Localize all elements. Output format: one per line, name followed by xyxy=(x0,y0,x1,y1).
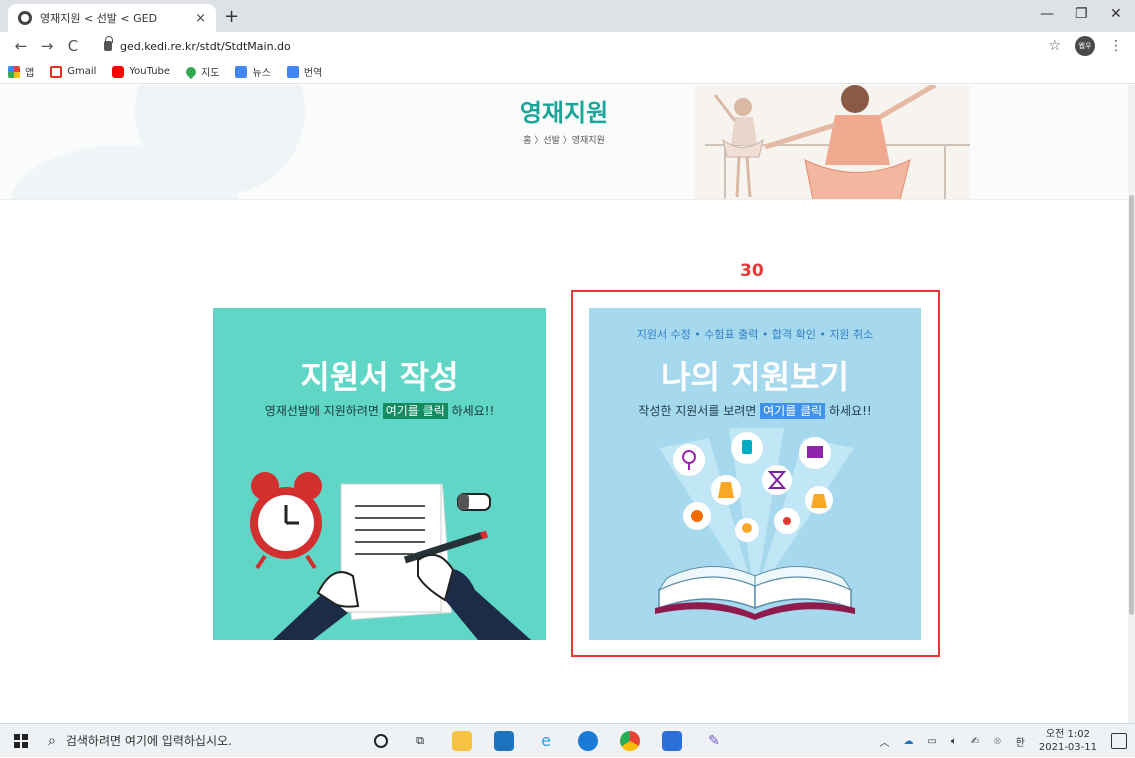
windows-taskbar: ⌕ 검색하려면 여기에 입력하십시오. ⧉ e ✎ ︿ ☁ ▭ 🔈︎ ✍ ⊗ 한… xyxy=(0,723,1135,757)
search-icon: ⌕ xyxy=(48,732,56,749)
restore-button[interactable]: ❐ xyxy=(1075,6,1088,22)
chrome-icon[interactable] xyxy=(620,730,640,751)
writing-illustration xyxy=(250,472,531,640)
translate-icon xyxy=(286,65,299,78)
bookmark-label: Gmail xyxy=(67,66,97,77)
battery-icon[interactable]: ▭ xyxy=(927,736,936,747)
virus-icon xyxy=(691,510,703,522)
bookmark-label: YouTube xyxy=(129,66,171,77)
bookmark-gmail[interactable]: Gmail xyxy=(50,65,97,78)
globe-icon xyxy=(18,11,32,25)
back-button[interactable]: ← xyxy=(8,37,34,55)
browser-menu-icon[interactable]: ⋮ xyxy=(1109,38,1123,54)
page-scrollbar[interactable] xyxy=(1128,85,1135,723)
tab-title: 영재지원 < 선발 < GED xyxy=(40,12,158,25)
bookmark-label: 지도 xyxy=(201,68,220,79)
write-application-card[interactable]: 지원서 작성 영재선발에 지원하려면 여기를 클릭 하세요!! xyxy=(213,308,546,640)
forward-button[interactable]: → xyxy=(34,37,60,55)
taskbar-clock[interactable]: 오전 1:02 2021-03-11 xyxy=(1039,728,1097,754)
maps-pin-icon xyxy=(183,64,199,79)
new-tab-button[interactable]: + xyxy=(224,6,239,27)
annotation-number: 30 xyxy=(740,261,764,281)
bookmark-label: 번역 xyxy=(303,68,323,79)
windows-start-icon[interactable] xyxy=(14,733,28,748)
news-icon xyxy=(235,65,248,78)
lock-icon[interactable] xyxy=(104,36,113,51)
youtube-icon xyxy=(112,65,125,78)
edge-icon[interactable] xyxy=(578,730,598,751)
page-content: 영재지원 홈 〉선발 〉영재지원 30 지원서 작성 영재선발에 지원하려면 여… xyxy=(0,85,1128,723)
network-icon[interactable]: ⊗ xyxy=(993,736,1001,747)
minimize-button[interactable]: — xyxy=(1040,6,1054,22)
system-tray: ︿ ☁ ▭ 🔈︎ ✍ ⊗ 한 오전 1:02 2021-03-11 xyxy=(879,724,1127,758)
bookmark-label: 앱 xyxy=(25,68,35,79)
browser-tab-strip: 영재지원 < 선발 < GED × + — ❐ ✕ xyxy=(0,0,1135,32)
bookmark-maps[interactable]: 지도 xyxy=(183,64,220,79)
page-banner: 영재지원 홈 〉선발 〉영재지원 xyxy=(0,85,1128,200)
scrollbar-thumb[interactable] xyxy=(1129,195,1134,615)
microscope-icon xyxy=(742,440,752,454)
right-sleeve xyxy=(438,568,531,640)
task-view-icon[interactable]: ⧉ xyxy=(410,731,430,751)
bookmark-apps[interactable]: 앱 xyxy=(8,64,34,79)
clock-date: 2021-03-11 xyxy=(1038,742,1097,753)
store-icon[interactable] xyxy=(662,730,682,751)
bookmark-youtube[interactable]: YouTube xyxy=(112,65,171,78)
lightbulb-icon xyxy=(742,523,752,533)
onedrive-icon[interactable]: ☁ xyxy=(903,736,913,747)
bookmarks-bar: 앱 Gmail YouTube 지도 뉴스 번역 xyxy=(0,60,1135,84)
taskbar-apps: ⧉ e ✎ xyxy=(374,730,746,751)
paint-icon[interactable]: ✎ xyxy=(704,731,724,751)
tab-close-button[interactable]: × xyxy=(195,11,206,26)
close-window-button[interactable]: ✕ xyxy=(1110,6,1122,22)
test-tubes-icon xyxy=(807,446,823,458)
bookmark-translate[interactable]: 번역 xyxy=(286,64,323,79)
search-placeholder: 검색하려면 여기에 입력하십시오. xyxy=(65,734,232,748)
ie-icon[interactable]: e xyxy=(536,731,556,751)
bookmark-star-icon[interactable]: ☆ xyxy=(1048,38,1061,54)
eraser-icon xyxy=(457,493,491,511)
bookmark-news[interactable]: 뉴스 xyxy=(235,64,271,79)
volume-icon[interactable]: 🔈︎ xyxy=(951,736,957,747)
mail-icon[interactable] xyxy=(494,730,514,751)
address-toolbar: ← → C ged.kedi.re.kr/stdt/StdtMain.do ☆ … xyxy=(0,32,1135,60)
clock-time: 오전 1:02 xyxy=(1045,729,1090,740)
show-hidden-icons-icon[interactable]: ︿ xyxy=(879,734,889,749)
ime-indicator[interactable]: 한 xyxy=(1016,734,1025,749)
alarm-clock-icon xyxy=(250,472,322,570)
gmail-icon xyxy=(50,65,63,78)
file-explorer-icon[interactable] xyxy=(452,730,472,751)
profile-avatar[interactable]: 웹우 xyxy=(1075,36,1095,56)
browser-tab[interactable]: 영재지원 < 선발 < GED × xyxy=(8,4,216,32)
bookmark-label: 뉴스 xyxy=(252,68,271,79)
apps-grid-icon xyxy=(8,65,20,78)
view-my-application-card[interactable]: 지원서 수정 • 수험표 출력 • 합격 확인 • 지원 취소 나의 지원보기 … xyxy=(589,308,921,640)
notification-center-icon[interactable] xyxy=(1111,733,1127,749)
address-bar[interactable]: ged.kedi.re.kr/stdt/StdtMain.do xyxy=(120,40,1048,53)
pen-workspace-icon[interactable]: ✍ xyxy=(971,736,979,747)
reload-button[interactable]: C xyxy=(60,37,86,55)
ballet-dancers-illustration xyxy=(695,85,970,199)
molecule-icon xyxy=(783,517,791,525)
taskbar-search-input[interactable]: ⌕ 검색하려면 여기에 입력하십시오. xyxy=(48,732,348,749)
cortana-icon[interactable] xyxy=(374,733,388,748)
open-book-science-illustration xyxy=(655,428,855,620)
